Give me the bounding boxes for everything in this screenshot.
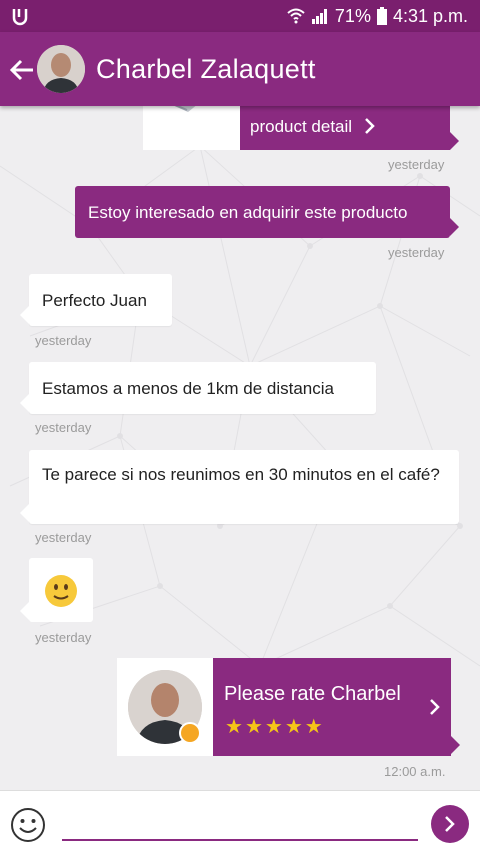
star-icon[interactable]: ★ (245, 716, 265, 738)
battery-icon (376, 7, 387, 25)
message-time: yesterday (35, 530, 92, 545)
star-icon[interactable]: ★ (225, 716, 245, 738)
contact-avatar[interactable] (37, 45, 85, 93)
message-time: yesterday (388, 157, 445, 172)
send-chevron-icon (445, 816, 455, 832)
message-input[interactable] (62, 809, 422, 839)
star-icon[interactable]: ★ (285, 716, 305, 738)
input-underline (62, 839, 418, 841)
message-time: yesterday (35, 420, 92, 435)
rate-button[interactable]: Please rate Charbel ★★★★★ (213, 658, 451, 756)
bubble-tail (20, 602, 29, 620)
message-text: Perfecto Juan (42, 291, 147, 310)
product-detail-button[interactable]: product detail (240, 106, 450, 150)
bubble-tail (450, 132, 459, 150)
bubble-tail (451, 736, 460, 754)
message-time: 12:00 a.m. (384, 764, 446, 779)
incoming-emoji-message[interactable] (29, 558, 93, 622)
chevron-right-icon (365, 118, 375, 134)
message-composer (0, 790, 480, 855)
chat-messages[interactable]: product detail yesterday Estoy interesad… (0, 106, 480, 790)
contact-name[interactable]: Charbel Zalaquett (96, 54, 316, 85)
clock: 4:31 p.m. (392, 5, 468, 26)
bubble-tail (450, 218, 459, 236)
battery-percent: 71% (334, 5, 371, 26)
rate-photo-frame (117, 658, 213, 756)
product-image[interactable] (143, 106, 240, 150)
bubble-tail (20, 394, 29, 412)
star-rating[interactable]: ★★★★★ (225, 714, 325, 739)
product-detail-label: product detail (250, 117, 353, 136)
slightly-smiling-face-icon (45, 575, 77, 607)
message-text: Estamos a menos de 1km de distancia (42, 379, 334, 398)
send-button[interactable] (431, 805, 469, 843)
outgoing-message[interactable]: Estoy interesado en adquirir este produc… (75, 186, 450, 238)
status-bar: 71% 4:31 p.m. (0, 0, 480, 32)
incoming-message[interactable]: Estamos a menos de 1km de distancia (29, 362, 376, 414)
app-logo-icon (12, 9, 28, 26)
message-text: Te parece si nos reunimos en 30 minutos … (42, 465, 440, 484)
bubble-tail (20, 504, 29, 522)
wifi-icon (287, 8, 305, 24)
message-time: yesterday (35, 333, 92, 348)
rate-label: Please rate Charbel (224, 683, 401, 705)
chevron-right-icon (430, 699, 440, 715)
chat-header: Charbel Zalaquett (0, 32, 480, 106)
message-text: Estoy interesado en adquirir este produc… (88, 203, 408, 222)
rate-contact-card[interactable]: Please rate Charbel ★★★★★ (117, 658, 460, 756)
online-status-dot (179, 722, 201, 744)
incoming-message[interactable]: Perfecto Juan (29, 274, 172, 326)
message-time: yesterday (35, 630, 92, 645)
message-time: yesterday (388, 245, 445, 260)
signal-icon (311, 9, 327, 24)
star-icon[interactable]: ★ (305, 716, 325, 738)
emoji-icon[interactable] (10, 807, 46, 843)
bubble-tail (20, 306, 29, 324)
back-arrow-icon[interactable] (8, 56, 36, 84)
incoming-message[interactable]: Te parece si nos reunimos en 30 minutos … (29, 450, 459, 524)
star-icon[interactable]: ★ (265, 716, 285, 738)
